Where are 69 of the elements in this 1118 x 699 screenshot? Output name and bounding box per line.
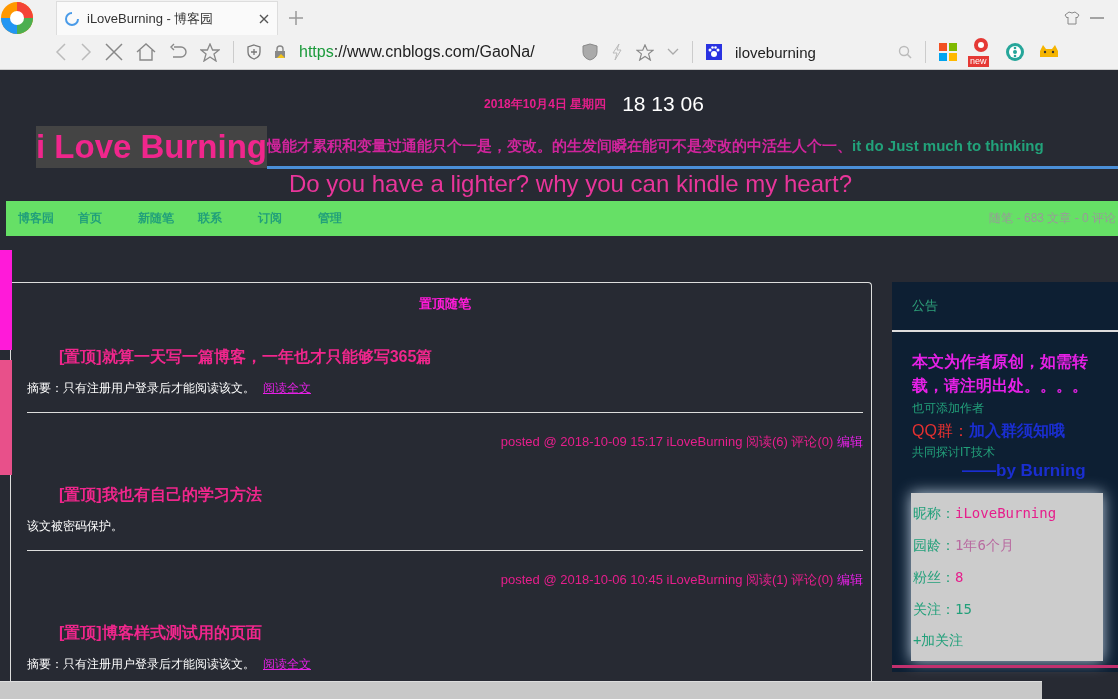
minimize-icon[interactable] (1090, 15, 1104, 20)
date-text: 2018年10月4日 星期四 (484, 95, 607, 113)
qq-label: QQ群： (912, 422, 969, 439)
forward-icon[interactable] (80, 43, 92, 61)
note-text: 也可添加作者 (912, 400, 985, 417)
follow-link[interactable]: +加关注 (913, 625, 1103, 655)
post-meta: posted @ 2018-10-09 15:17 iLoveBurning 阅读(6) 评论(0) (500, 434, 834, 449)
lightning-icon[interactable] (611, 43, 623, 61)
section-heading: 置顶随笔 (418, 295, 472, 313)
qq-group-link[interactable]: 加入群须知哦 (968, 422, 1065, 439)
signature-text: ——by Burning (961, 461, 1087, 481)
note-text: 共同探讨IT技术 (912, 444, 996, 461)
edit-link[interactable]: 编辑 (837, 434, 863, 449)
read-more-link[interactable]: 阅读全文 (263, 381, 311, 395)
post-title[interactable]: [置顶]就算一天写一篇博客，一年也才只能够写365篇 (27, 347, 863, 368)
lock-icon (274, 45, 286, 59)
chevron-down-icon[interactable] (667, 48, 679, 56)
close-icon[interactable] (259, 13, 269, 24)
profile-value: 8 (955, 569, 964, 585)
notice-text: 本文为作者原创，如需转载，请注明出处。。。。 (912, 352, 1089, 396)
nav-link[interactable]: 首页 (78, 210, 138, 227)
sidebar-heading: 公告 (892, 282, 1118, 332)
marquee-text: 慢能才累积和变量过通能只个一是，变改。的生发间瞬在能可不是变改的中活生人个一、 (267, 137, 852, 154)
nav-link[interactable]: 订阅 (258, 210, 318, 227)
scrollbar[interactable] (0, 681, 1042, 699)
profile-value: 15 (955, 601, 972, 617)
post-summary: 该文被密码保护。 (27, 519, 123, 533)
post-title[interactable]: [置顶]我也有自己的学习方法 (27, 485, 863, 506)
nav-link[interactable]: 新随笔 (138, 210, 198, 227)
address-field[interactable]: https://www.cnblogs.com/GaoNa/ (299, 43, 569, 61)
search-field[interactable]: iloveburning (735, 43, 885, 61)
browser-tab[interactable]: iLoveBurning - 博客园 (56, 1, 278, 35)
blog-title[interactable]: i Love Burning (36, 126, 267, 168)
paw-icon (706, 44, 722, 60)
browser-logo-icon[interactable] (0, 0, 34, 35)
profile-label: 园龄： (913, 537, 955, 553)
back-icon[interactable] (55, 43, 67, 61)
post-meta: posted @ 2018-10-06 10:45 iLoveBurning 阅读(1) 评论(0) (500, 572, 834, 587)
nav-link[interactable]: 管理 (318, 210, 378, 227)
star-icon[interactable] (200, 42, 220, 62)
home-icon[interactable] (136, 43, 156, 61)
profile-value[interactable]: iLoveBurning (955, 505, 1057, 521)
film-reel-icon[interactable] (1005, 42, 1025, 62)
stop-icon[interactable] (105, 43, 123, 61)
clock-text: 18 13 06 (622, 92, 704, 116)
blog-stats: 随笔 - 683 文章 - 0 评论 (989, 210, 1116, 227)
search-icon[interactable] (898, 45, 912, 59)
profile-label: 关注： (913, 601, 955, 617)
shield-icon[interactable] (247, 44, 261, 60)
apps-icon[interactable] (939, 43, 957, 61)
new-tab-icon[interactable] (288, 9, 304, 26)
profile-label: 粉丝： (913, 569, 955, 585)
blog-subtitle: Do you have a lighter? why you can kindle my heart? (288, 170, 853, 198)
post-summary: 摘要：只有注册用户登录后才能阅读该文。 (27, 657, 255, 671)
nav-link[interactable]: 博客园 (18, 210, 78, 227)
post-summary: 摘要：只有注册用户登录后才能阅读该文。 (27, 381, 255, 395)
shield-icon[interactable] (582, 43, 598, 61)
loading-icon (65, 11, 79, 26)
nav-link[interactable]: 联系 (198, 210, 258, 227)
marquee-text: it do Just much to thinking (852, 137, 1044, 154)
undo-icon[interactable] (169, 43, 187, 61)
star-icon[interactable] (636, 43, 654, 61)
new-badge: new (968, 56, 989, 67)
post-title[interactable]: [置顶]博客样式测试用的页面 (27, 623, 863, 644)
profile-label: 昵称： (913, 505, 955, 521)
read-more-link[interactable]: 阅读全文 (263, 657, 311, 671)
shirt-icon[interactable] (1064, 9, 1080, 26)
profile-value: 1年6个月 (955, 537, 1014, 553)
edit-link[interactable]: 编辑 (837, 572, 863, 587)
